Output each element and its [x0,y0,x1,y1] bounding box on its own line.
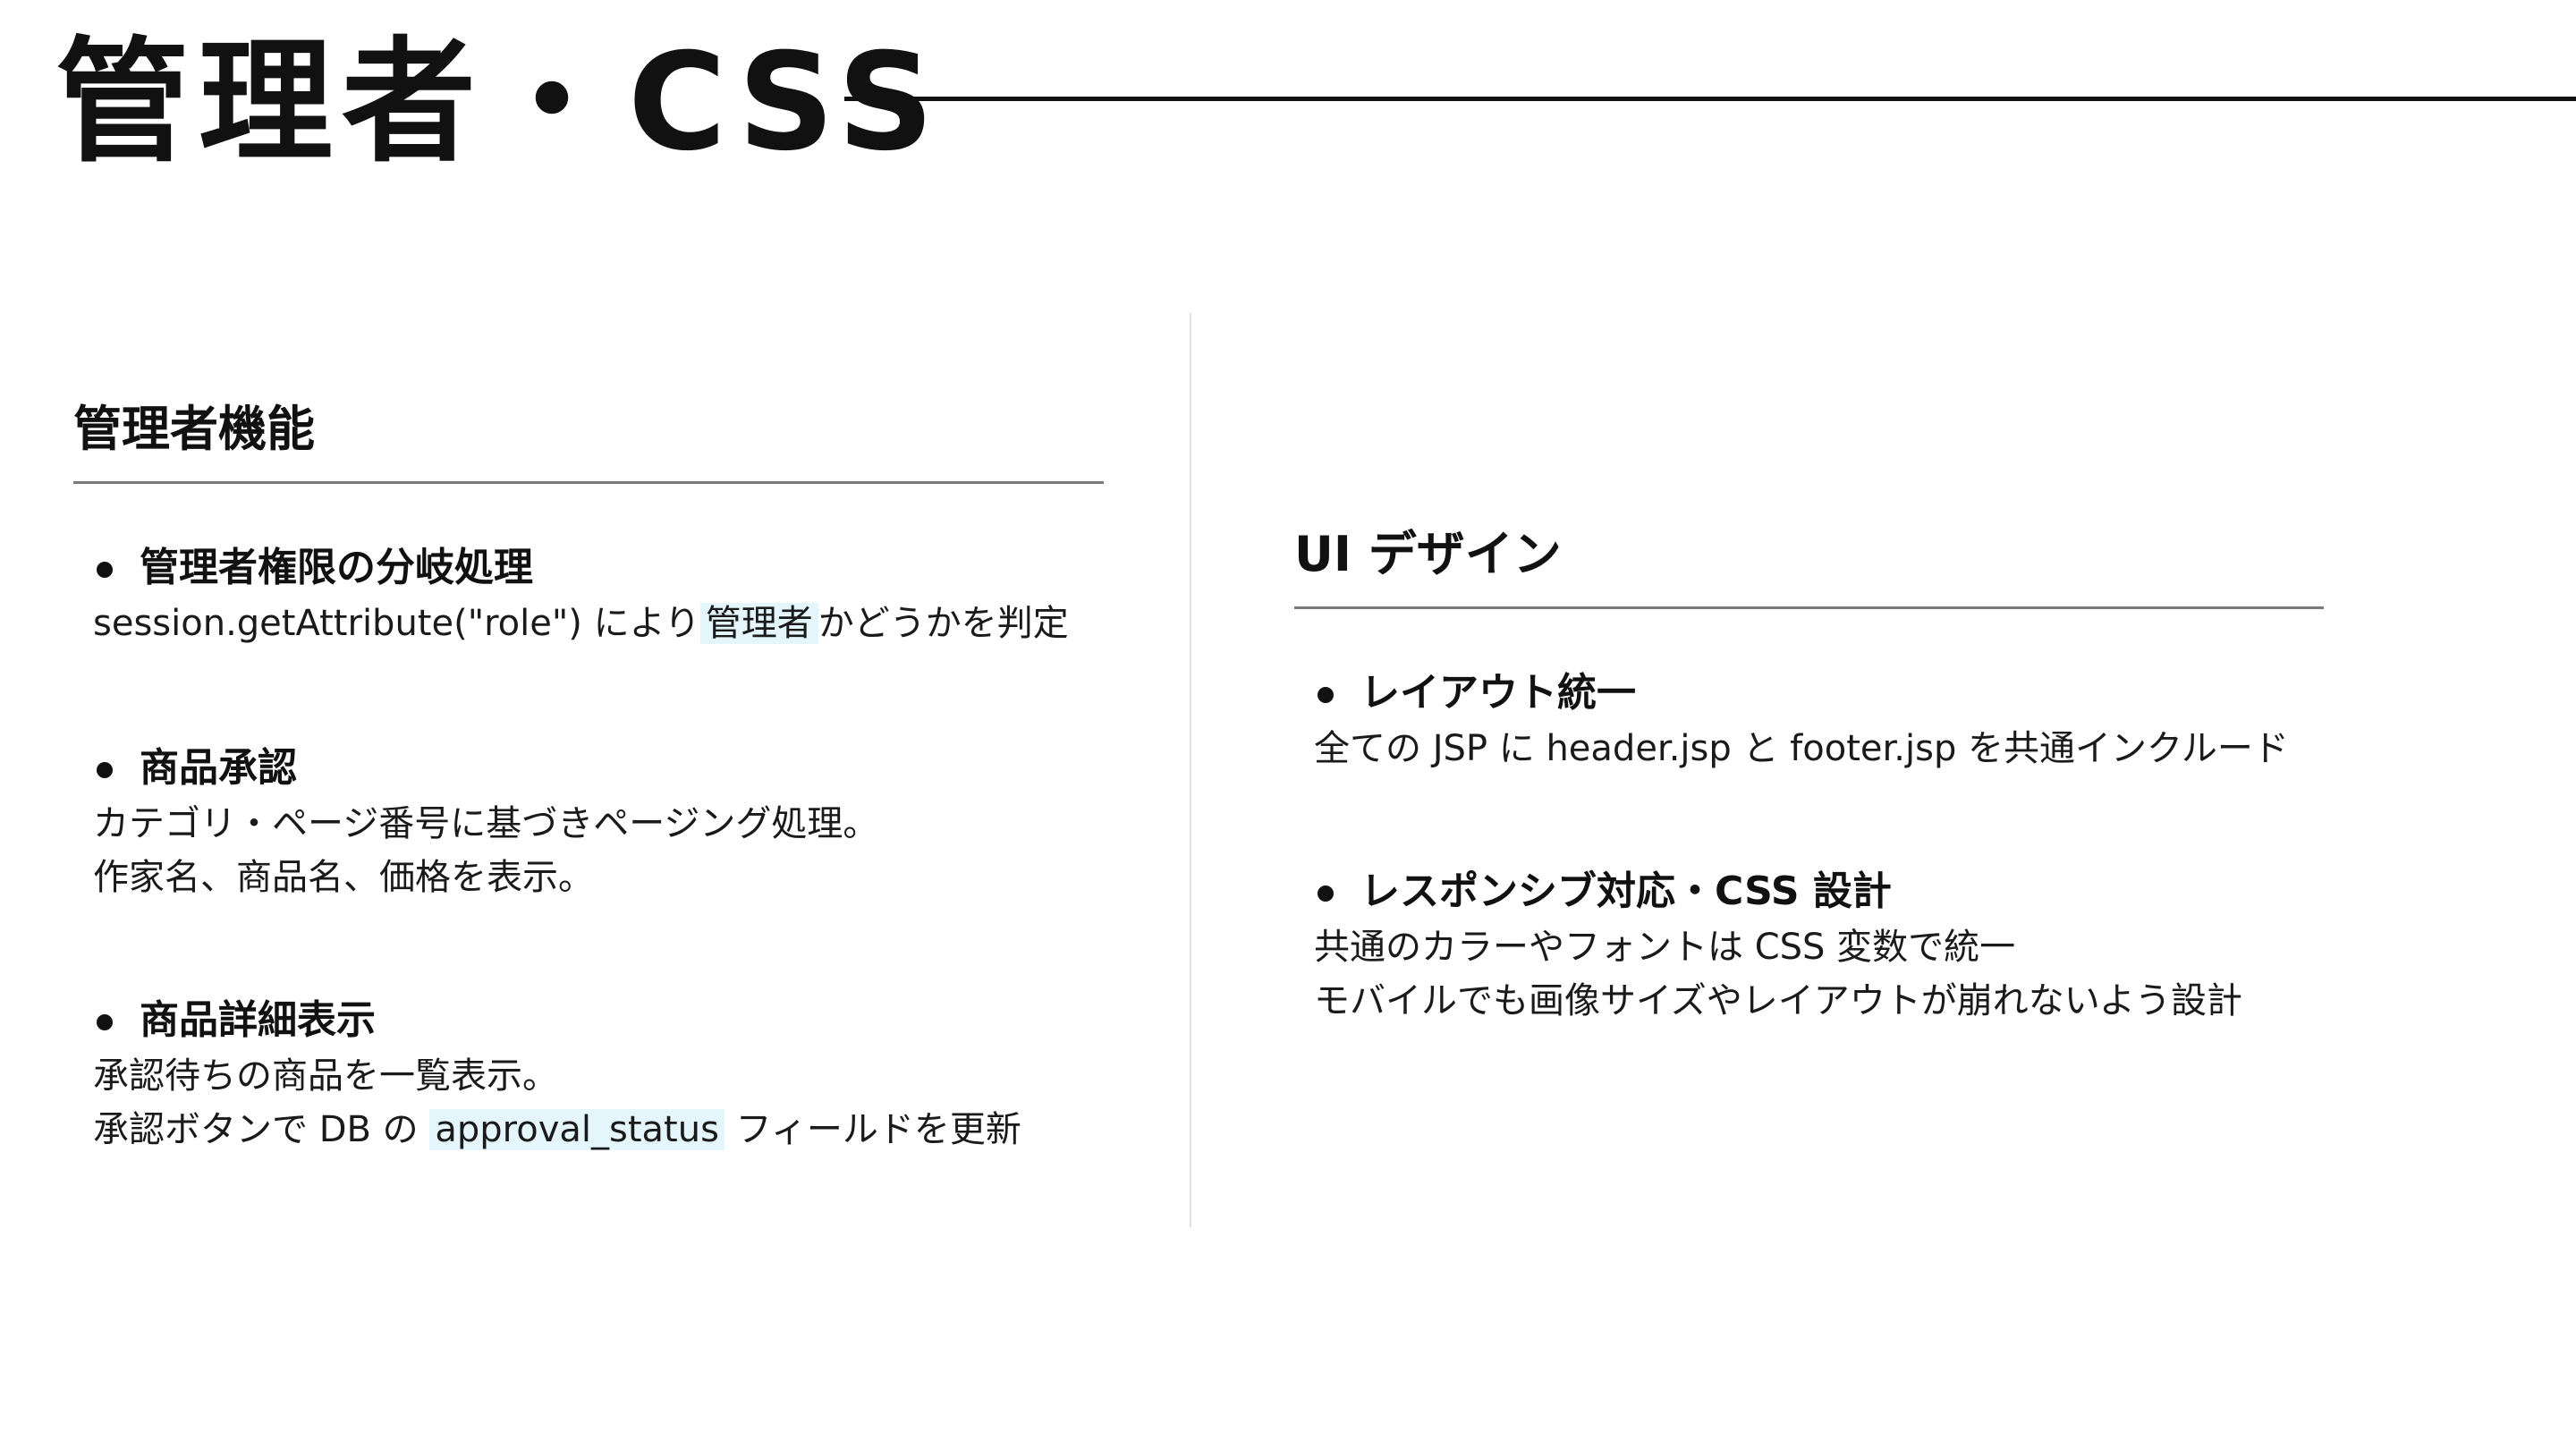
item-description: session.getAttribute("role") により 管理者 かどうかを… [93,597,1104,650]
list-item-product-approval: 商品承認 カテゴリ・ページ番号に基づきページング処理。 作家名、商品名、価格を表… [93,740,1104,904]
item-text: 承認ボタンで DB の [93,1109,430,1150]
ui-design-section: UI デザイン レイアウト統一 全ての JSP に header.jsp と f… [1294,519,2324,1028]
list-item-admin-branching: 管理者権限の分岐処理 session.getAttribute("role") … [93,539,1104,650]
item-description-line: 承認待ちの商品を一覧表示。 [93,1055,558,1097]
ui-section-heading: UI デザイン [1294,519,2324,609]
item-text: session.getAttribute("role") により [93,603,700,644]
column-divider [1190,313,1191,1227]
slide-title: 管理者・CSS [55,25,944,181]
item-description-line: 全ての JSP に header.jsp と footer.jsp を共通インク… [1314,728,2289,769]
list-item-responsive-css: レスポンシブ対応・CSS 設計 共通のカラーやフォントは CSS 変数で統一 モ… [1314,863,2324,1028]
item-description-line: カテゴリ・ページ番号に基づきページング処理。 [93,803,879,844]
list-item-product-detail: 商品詳細表示 承認待ちの商品を一覧表示。 承認ボタンで DB の approva… [93,992,1104,1157]
item-text: かどうかを判定 [818,603,1069,644]
item-title: レイアウト統一 [1360,670,1636,716]
bullet-icon [1318,687,1334,703]
bullet-icon [97,1014,113,1030]
item-description: 承認ボタンで DB の approval_status フィールドを更新 [93,1103,1104,1157]
item-title: レスポンシブ対応・CSS 設計 [1360,869,1892,914]
item-heading: レイアウト統一 [1314,665,2324,722]
item-heading: 商品承認 [93,740,1104,797]
item-description-line: モバイルでも画像サイズやレイアウトが崩れないよう設計 [1314,980,2242,1021]
bullet-icon [97,562,113,578]
admin-section: 管理者機能 管理者権限の分岐処理 session.getAttribute("r… [73,394,1104,1157]
item-text: フィールドを更新 [724,1109,1021,1150]
item-description-line: 作家名、商品名、価格を表示。 [93,857,594,898]
item-heading: 管理者権限の分岐処理 [93,539,1104,597]
item-heading: レスポンシブ対応・CSS 設計 [1314,863,2324,920]
item-description-line: 共通のカラーやフォントは CSS 変数で統一 [1314,927,2016,968]
bullet-icon [1318,886,1334,902]
highlighted-term: approval_status [429,1109,724,1150]
item-title: 商品詳細表示 [140,997,376,1043]
bullet-icon [97,762,113,778]
item-title: 管理者権限の分岐処理 [140,545,533,590]
title-rule [844,97,2576,101]
item-heading: 商品詳細表示 [93,992,1104,1049]
item-title: 商品承認 [140,745,297,791]
admin-section-heading: 管理者機能 [73,394,1104,484]
list-item-layout-unification: レイアウト統一 全ての JSP に header.jsp と footer.js… [1314,665,2324,775]
highlighted-term: 管理者 [699,603,818,644]
